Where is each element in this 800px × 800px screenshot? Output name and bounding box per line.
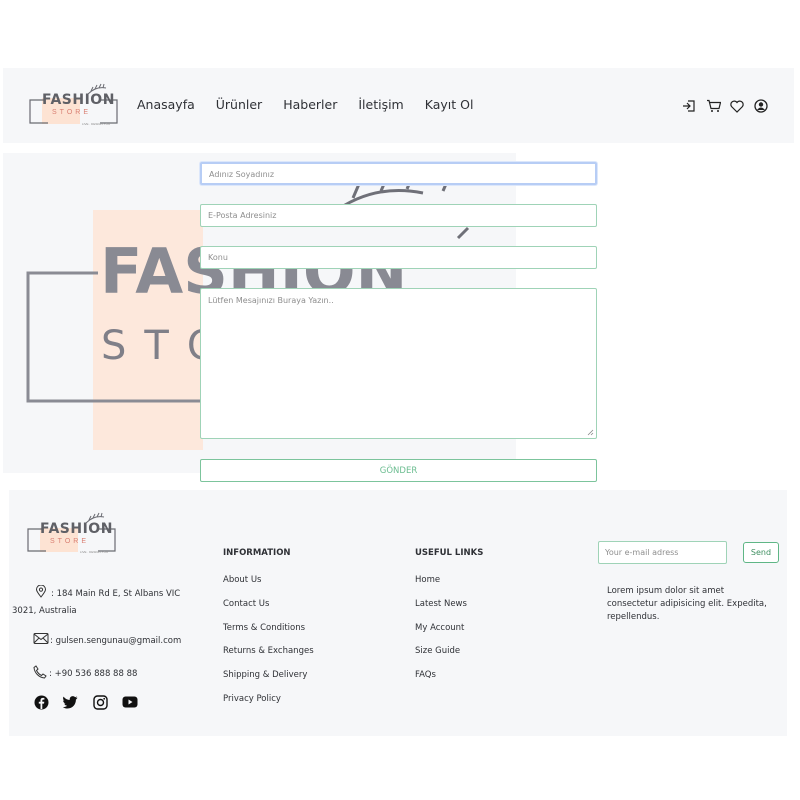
- cart-icon[interactable]: [704, 97, 722, 115]
- footer-link-my-account[interactable]: My Account: [415, 623, 464, 633]
- newsletter-email-input[interactable]: Your e-mail adress: [598, 541, 727, 564]
- heart-icon[interactable]: [728, 97, 746, 115]
- resize-grip-icon[interactable]: [587, 429, 594, 436]
- name-input[interactable]: Adınız Soyadınız: [200, 162, 597, 185]
- footer-email[interactable]: : gulsen.sengunau@gmail.com: [50, 636, 181, 646]
- twitter-icon[interactable]: [62, 694, 78, 710]
- location-icon: [35, 585, 47, 598]
- footer-logo[interactable]: FASHION STORE LIVE · DESIGN·YOU: [26, 510, 118, 558]
- nav-icons: [680, 97, 776, 115]
- message-textarea[interactable]: Lütfen Mesajınızı Buraya Yazın..: [200, 288, 597, 439]
- newsletter-email-placeholder: Your e-mail adress: [605, 548, 679, 557]
- footer-address-line2: 3021, Australia: [12, 606, 77, 616]
- subject-input[interactable]: Konu: [200, 246, 597, 269]
- footer-link-size-guide[interactable]: Size Guide: [415, 646, 460, 656]
- footer-link-contact[interactable]: Contact Us: [223, 599, 269, 609]
- logo-store-text: STORE: [52, 109, 91, 116]
- footer-link-privacy[interactable]: Privacy Policy: [223, 694, 281, 704]
- footer: FASHION STORE LIVE · DESIGN·YOU : 184 Ma…: [9, 490, 787, 736]
- nav-menu: Anasayfa Ürünler Haberler İletişim Kayıt…: [137, 97, 494, 112]
- nav-link-contact[interactable]: İletişim: [358, 97, 403, 112]
- footer-logo-store-text: STORE: [50, 538, 89, 545]
- useful-links-heading: USEFUL LINKS: [415, 548, 484, 558]
- footer-link-latest-news[interactable]: Latest News: [415, 599, 467, 609]
- message-textarea-placeholder: Lütfen Mesajınızı Buraya Yazın..: [208, 296, 334, 305]
- mail-icon: [33, 633, 49, 644]
- footer-address-line1: : 184 Main Rd E, St Albans VIC: [51, 589, 181, 599]
- footer-link-faqs[interactable]: FAQs: [415, 670, 436, 680]
- information-heading: INFORMATION: [223, 548, 291, 558]
- subject-input-placeholder: Konu: [208, 253, 228, 262]
- nav-link-register[interactable]: Kayıt Ol: [425, 97, 474, 112]
- submit-button[interactable]: GÖNDER: [200, 459, 597, 482]
- email-input[interactable]: E-Posta Adresiniz: [200, 204, 597, 227]
- footer-link-home[interactable]: Home: [415, 575, 440, 585]
- footer-link-terms[interactable]: Terms & Conditions: [223, 623, 305, 633]
- nav-link-home[interactable]: Anasayfa: [137, 97, 195, 112]
- navbar: FASHION STORE LIVE · DESIGN·YOU Anasayfa…: [3, 68, 794, 143]
- footer-link-shipping[interactable]: Shipping & Delivery: [223, 670, 307, 680]
- logo-brand-text: FASHION: [42, 92, 115, 108]
- footer-logo-brand-text: FASHION: [40, 521, 113, 537]
- brand-logo[interactable]: FASHION STORE LIVE · DESIGN·YOU: [28, 80, 120, 130]
- footer-description: Lorem ipsum dolor sit amet consectetur a…: [607, 586, 767, 622]
- phone-icon: [33, 665, 47, 679]
- logo-tagline: LIVE · DESIGN·YOU: [82, 122, 111, 126]
- nav-link-products[interactable]: Ürünler: [216, 97, 262, 112]
- footer-link-about[interactable]: About Us: [223, 575, 261, 585]
- send-button[interactable]: Send: [743, 542, 779, 563]
- user-icon[interactable]: [752, 97, 770, 115]
- nav-link-news[interactable]: Haberler: [283, 97, 337, 112]
- email-input-placeholder: E-Posta Adresiniz: [208, 211, 277, 220]
- footer-link-returns[interactable]: Returns & Exchanges: [223, 646, 314, 656]
- facebook-icon[interactable]: [33, 694, 49, 710]
- name-input-placeholder: Adınız Soyadınız: [209, 170, 275, 179]
- login-icon[interactable]: [680, 97, 698, 115]
- instagram-icon[interactable]: [92, 694, 108, 710]
- footer-phone[interactable]: : +90 536 888 88 88: [49, 669, 137, 679]
- footer-logo-tagline: LIVE · DESIGN·YOU: [80, 550, 109, 554]
- youtube-icon[interactable]: [122, 694, 138, 710]
